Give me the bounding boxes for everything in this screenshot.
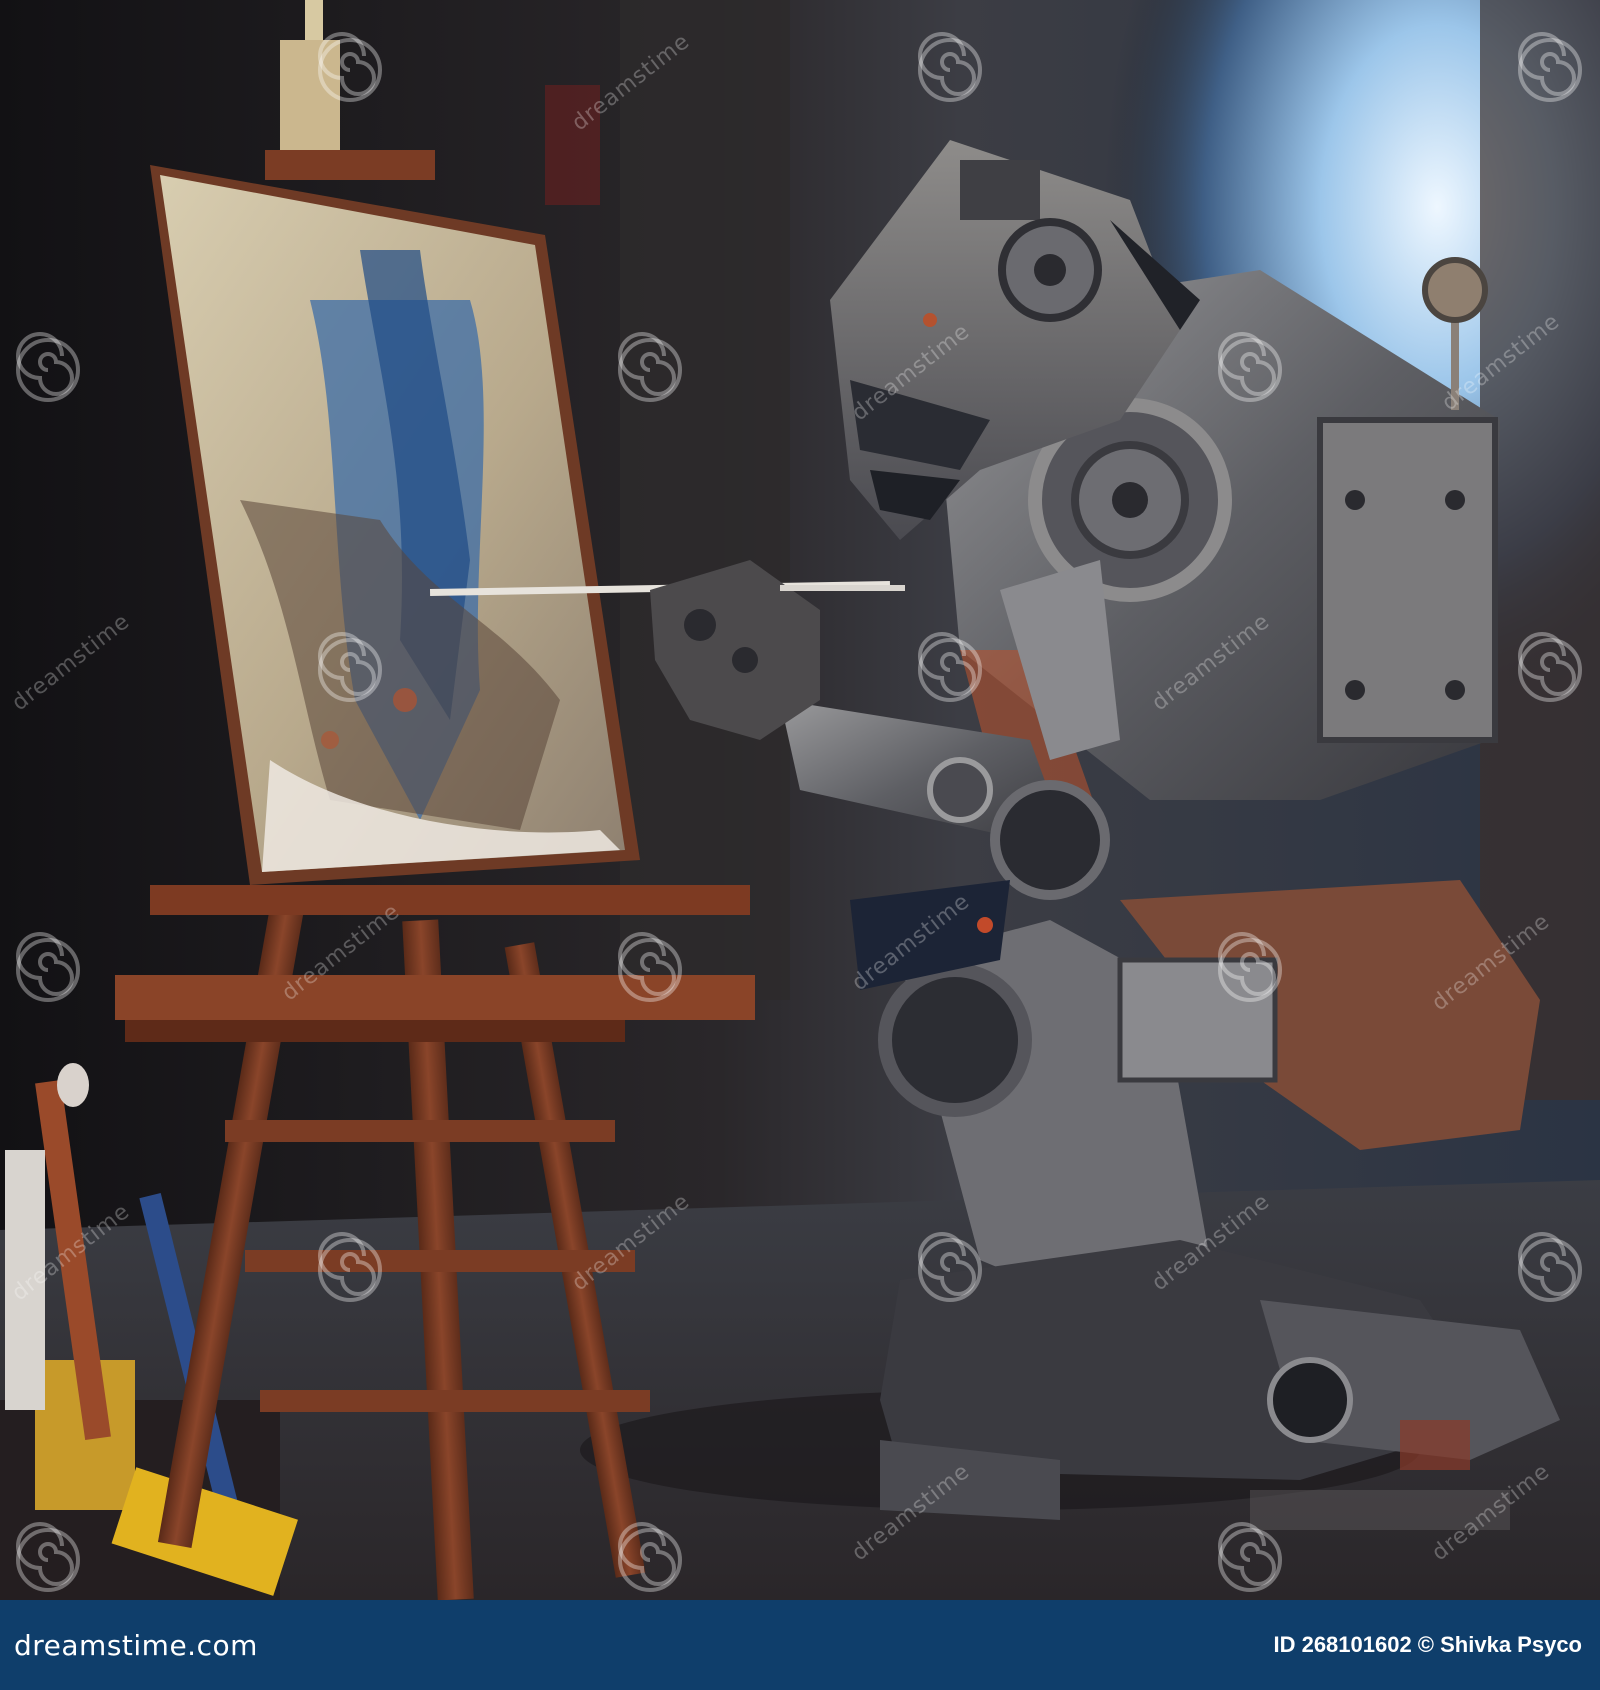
site-logo[interactable]: dreamstime.com [14, 1629, 258, 1662]
stock-photo: dreamstime dreamstime dreamstime dreamst… [0, 0, 1600, 1690]
photo-scene [0, 0, 1600, 1600]
credit-footer: dreamstime.com ID 268101602 © Shivka Psy… [0, 1600, 1600, 1690]
image-credit: ID 268101602 © Shivka Psyco [1273, 1632, 1582, 1657]
